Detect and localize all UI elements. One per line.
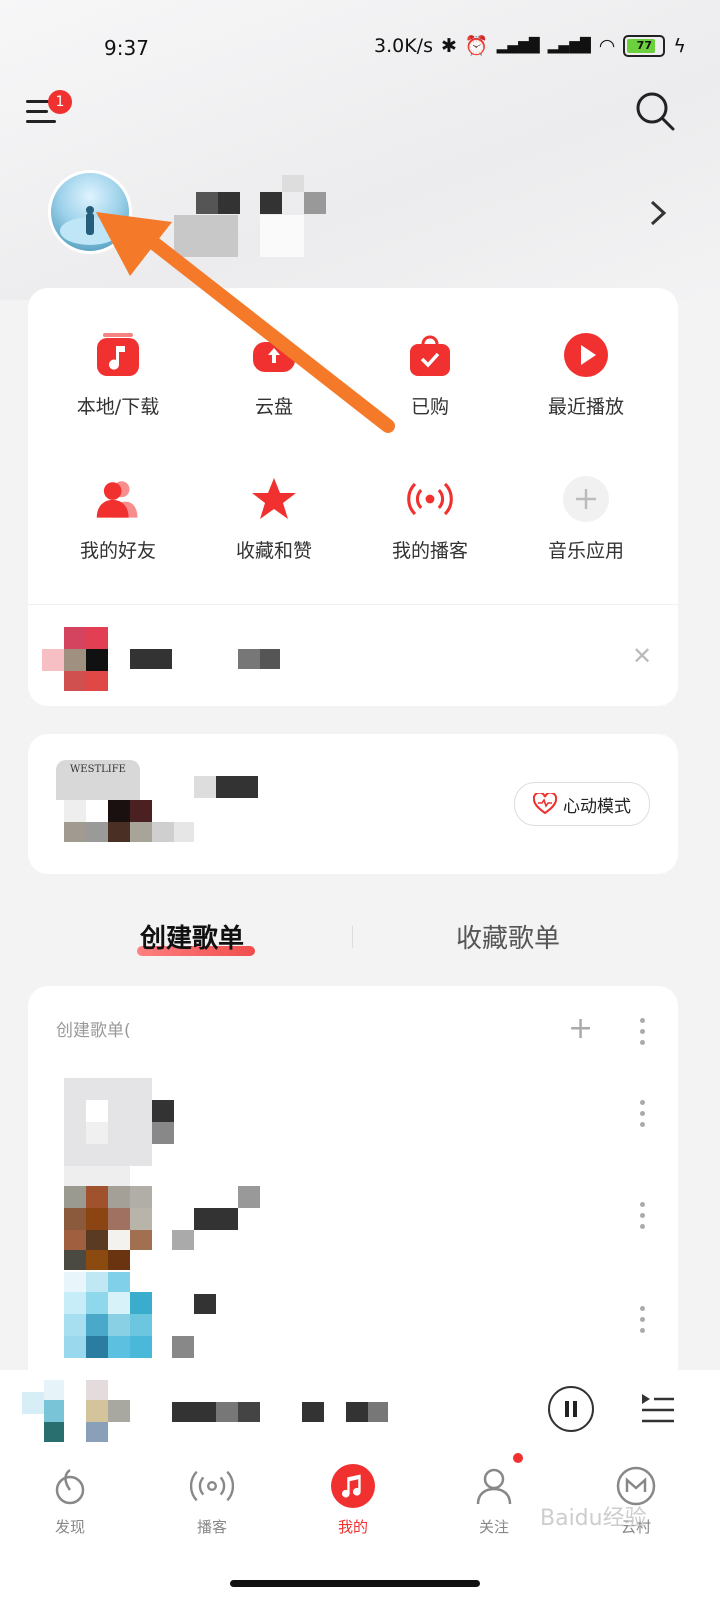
annotation-arrow-icon <box>96 212 395 433</box>
watermark-logo: Baidu经验 <box>540 1506 647 1531</box>
